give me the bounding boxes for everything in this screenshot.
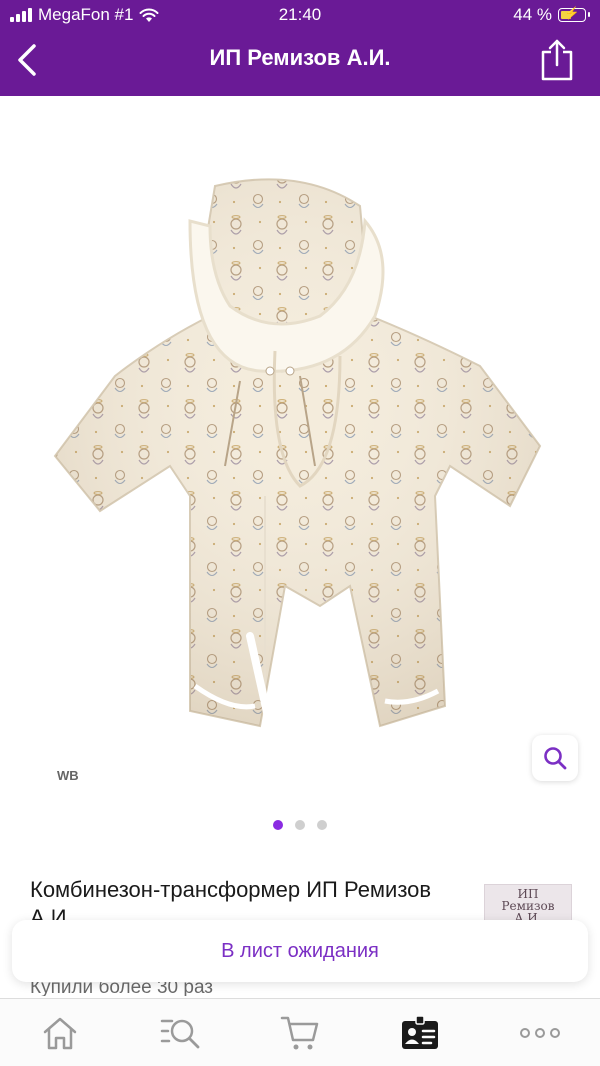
tab-bar — [0, 998, 600, 1066]
profile-card-icon — [402, 1015, 438, 1049]
share-button[interactable] — [540, 38, 574, 82]
gallery-dot-2[interactable] — [295, 820, 305, 830]
tab-home[interactable] — [0, 999, 120, 1066]
share-icon — [541, 39, 573, 81]
gallery-dot-3[interactable] — [317, 820, 327, 830]
waitlist-button[interactable]: В лист ожидания — [12, 920, 588, 982]
search-icon — [544, 747, 567, 770]
battery-percent: 44 % — [513, 5, 552, 24]
gallery-pagination — [0, 820, 600, 830]
clock: 21:40 — [278, 5, 322, 24]
catalog-search-icon — [160, 1019, 200, 1049]
brand-logo[interactable]: ИП Ремизов А.И. — [484, 884, 572, 924]
app-header: MegaFon #1 21:40 44 % ⚡ ИП Ремизов А.И. — [0, 0, 600, 96]
gallery-dot-1[interactable] — [273, 820, 283, 830]
status-bar: MegaFon #1 21:40 44 % ⚡ — [0, 0, 600, 30]
cart-icon — [280, 1016, 319, 1050]
tab-profile[interactable] — [360, 999, 480, 1066]
battery-icon: ⚡ — [558, 6, 590, 22]
tab-more[interactable] — [480, 999, 600, 1066]
product-gallery[interactable]: WB — [0, 96, 600, 846]
wb-watermark: WB — [57, 768, 79, 783]
charging-bolt-icon: ⚡ — [564, 6, 580, 20]
page-title: ИП Ремизов А.И. — [209, 45, 391, 70]
product-title: Комбинезон-трансформер ИП Ремизов А.И. — [30, 877, 432, 920]
zoom-button[interactable] — [532, 735, 578, 781]
product-image[interactable] — [40, 166, 560, 746]
status-right: 44 % ⚡ — [513, 5, 590, 25]
tab-catalog[interactable] — [120, 999, 240, 1066]
tab-cart[interactable] — [240, 999, 360, 1066]
more-icon — [520, 1028, 560, 1038]
home-icon — [43, 1017, 77, 1050]
